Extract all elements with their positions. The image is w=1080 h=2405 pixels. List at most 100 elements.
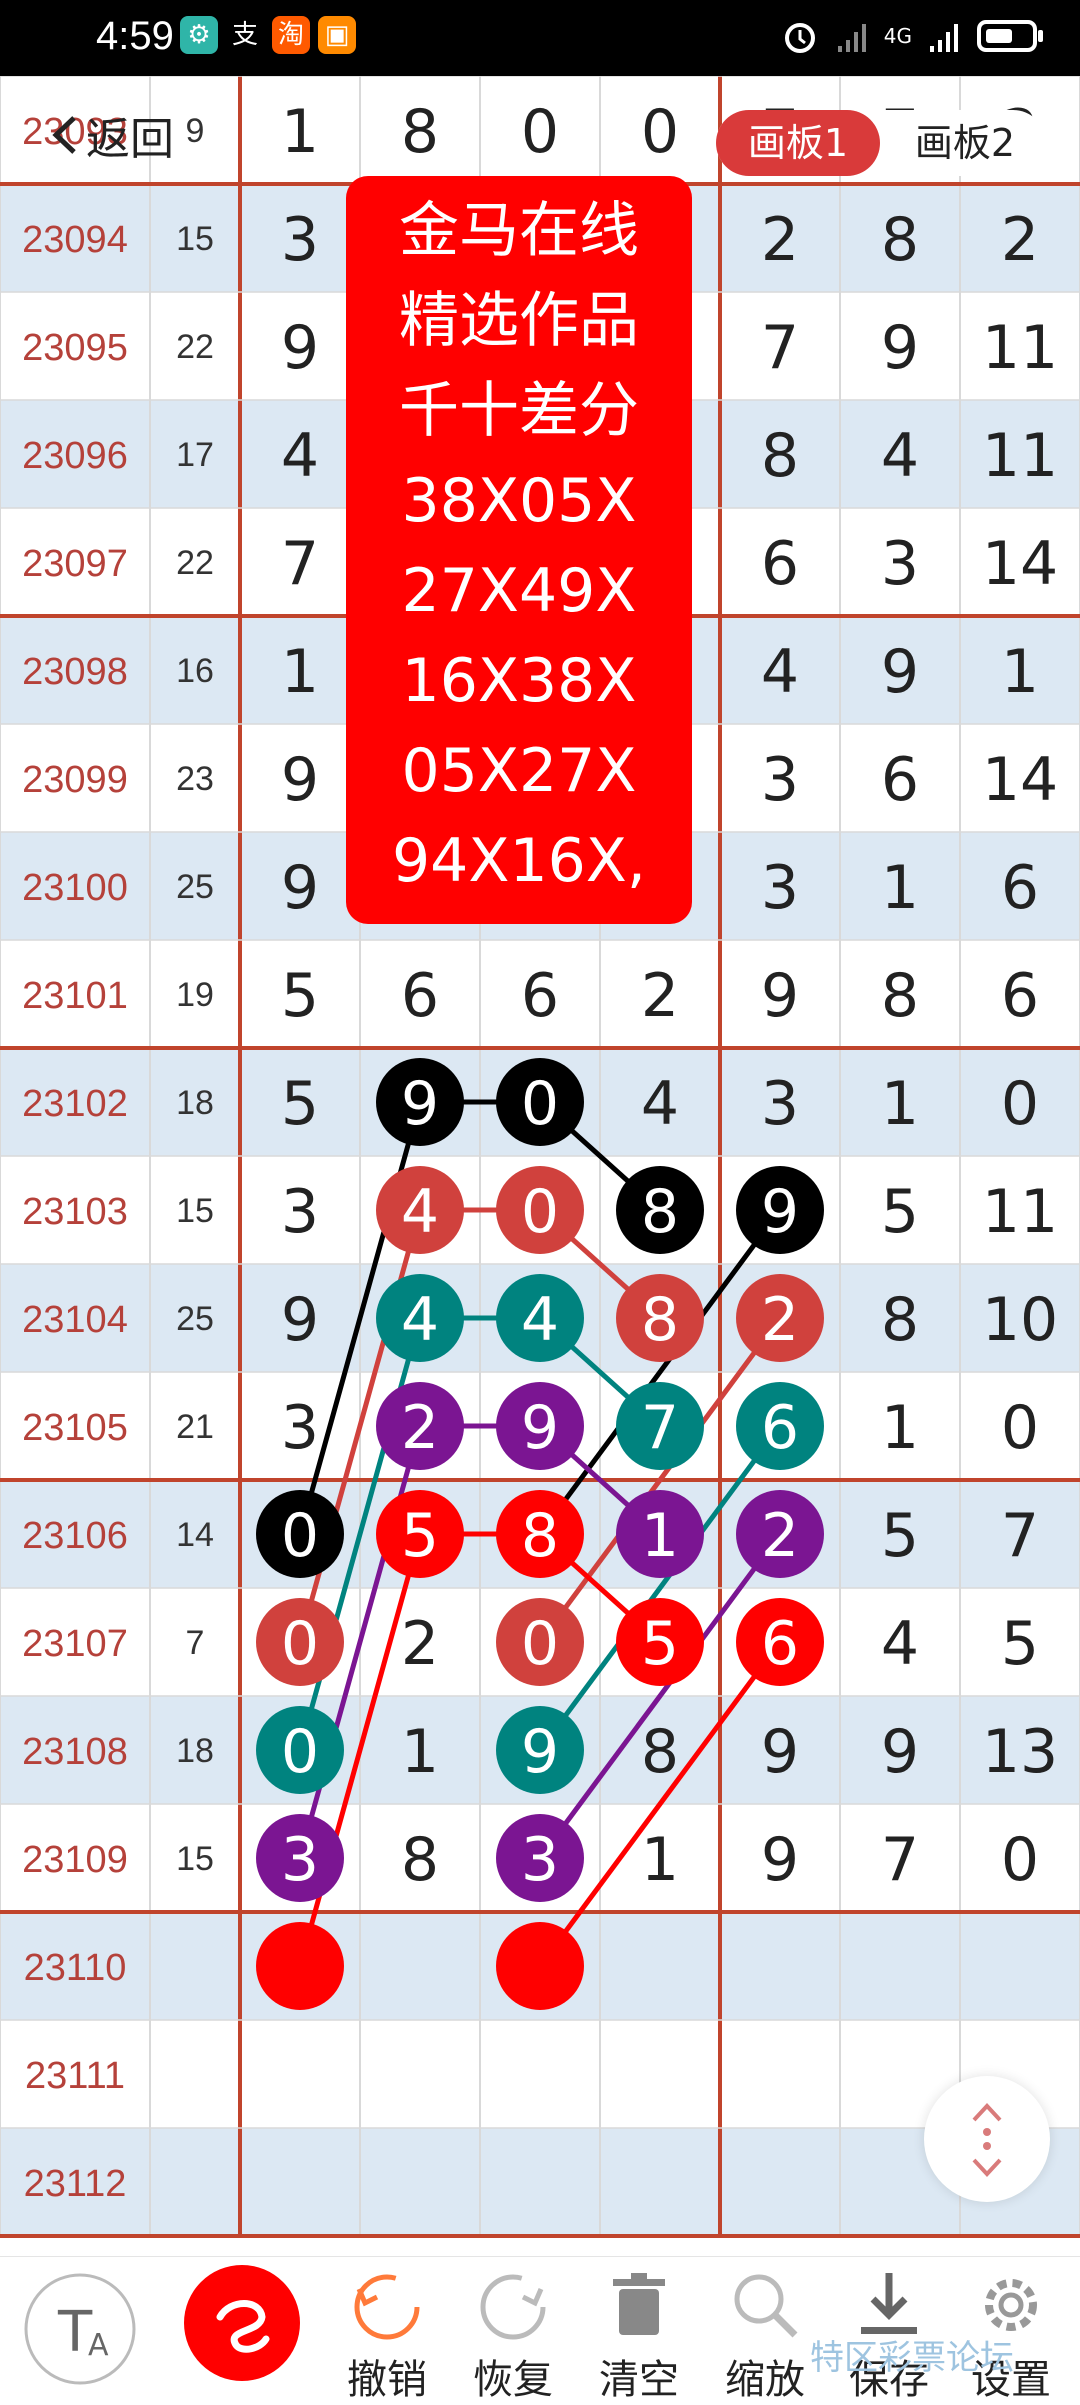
clear-label: 清空 xyxy=(599,2357,679,2403)
cell-value: 1 xyxy=(281,97,319,167)
cell-value: 4 xyxy=(881,1609,919,1679)
status-right: 4G xyxy=(780,16,1046,56)
network-type: 4G xyxy=(883,24,912,48)
zoom-label: 缩放 xyxy=(725,2357,805,2403)
row-id: 23107 xyxy=(22,1623,128,1665)
undo-label: 撤销 xyxy=(347,2357,427,2403)
status-bar: 4:59 ⚙ 支 淘 ▣ 4G xyxy=(0,0,1080,76)
undo-button[interactable]: 撤销 xyxy=(334,2257,440,2403)
cell-value: 5 xyxy=(881,1177,919,1247)
row-sum: 18 xyxy=(176,1084,214,1122)
pen-tool-button[interactable] xyxy=(182,2257,302,2401)
zoom-button[interactable]: 缩放 xyxy=(712,2257,818,2403)
note-line: 精选作品 xyxy=(399,286,639,356)
cell-value: 6 xyxy=(401,961,439,1031)
board-tabs: 画板1 画板2 xyxy=(716,110,1046,176)
clear-button[interactable]: 清空 xyxy=(586,2257,692,2403)
cell-value: 3 xyxy=(761,853,799,923)
cell-value: 8 xyxy=(641,1177,679,1247)
cell-value: 3 xyxy=(521,1825,559,1895)
row-id: 23096 xyxy=(22,435,128,477)
tab-board-1[interactable]: 画板1 xyxy=(716,110,880,176)
row-sum: 17 xyxy=(176,436,214,474)
cell-value: 10 xyxy=(982,1285,1058,1355)
cell-value: 4 xyxy=(281,421,319,491)
cell-value: 0 xyxy=(521,97,559,167)
cell-value: 1 xyxy=(641,1825,679,1895)
row-id: 23095 xyxy=(22,327,128,369)
cell-value: 8 xyxy=(761,421,799,491)
note-line: 27X49X xyxy=(401,556,637,626)
alarm-icon xyxy=(784,23,815,53)
row-id: 23110 xyxy=(24,1947,127,1989)
cell-value: 3 xyxy=(761,1069,799,1139)
signal-icon xyxy=(930,24,958,52)
cell-value: 9 xyxy=(281,313,319,383)
row-sum: 22 xyxy=(176,328,214,366)
note-line: 金马在线 xyxy=(399,196,639,266)
trash-icon xyxy=(613,2273,665,2335)
settings-button[interactable]: 设置 xyxy=(958,2257,1064,2403)
row-id: 23097 xyxy=(22,543,128,585)
tab-board-2[interactable]: 画板2 xyxy=(890,110,1040,176)
bottom-toolbar: T A 撤销 恢复 清空 缩放 保存 设置 xyxy=(0,2256,1080,2403)
row-id: 23101 xyxy=(22,975,128,1017)
row-id: 23098 xyxy=(22,651,128,693)
cell-value: 6 xyxy=(761,529,799,599)
cell-value: 11 xyxy=(982,313,1058,383)
scroll-toggle-button[interactable] xyxy=(924,2076,1050,2202)
cell-value: 5 xyxy=(641,1609,679,1679)
cell-value: 1 xyxy=(881,853,919,923)
redo-label: 恢复 xyxy=(473,2357,553,2403)
cell-value: 9 xyxy=(761,1717,799,1787)
cell-value: 14 xyxy=(982,745,1058,815)
clock: 4:59 xyxy=(96,14,174,58)
cell-value: 9 xyxy=(521,1393,559,1463)
number-circle[interactable] xyxy=(496,1922,584,2010)
cell-value: 5 xyxy=(281,961,319,1031)
cell-value: 11 xyxy=(982,421,1058,491)
cell-value: 5 xyxy=(881,1501,919,1571)
cell-value: 5 xyxy=(401,1501,439,1571)
cell-value: 13 xyxy=(982,1717,1058,1787)
signal-off-icon xyxy=(837,24,866,52)
cell-value: 4 xyxy=(401,1285,439,1355)
cell-value: 8 xyxy=(881,961,919,1031)
redo-button[interactable]: 恢复 xyxy=(460,2257,566,2403)
cell-value: 2 xyxy=(1001,205,1039,275)
row-sum: 16 xyxy=(176,652,214,690)
save-button[interactable]: 保存 xyxy=(836,2257,942,2403)
row-sum: 25 xyxy=(176,868,214,906)
cell-value: 9 xyxy=(761,961,799,1031)
cell-value: 8 xyxy=(881,205,919,275)
note-card[interactable]: 金马在线 精选作品 千十差分 38X05X 27X49X 16X38X 05X2… xyxy=(346,176,692,924)
cell-value: 1 xyxy=(401,1717,439,1787)
back-label: 返回 xyxy=(86,114,174,165)
cell-value: 9 xyxy=(281,745,319,815)
cell-value: 9 xyxy=(761,1825,799,1895)
text-tool-button[interactable]: T A xyxy=(22,2257,138,2401)
cell-value: 1 xyxy=(641,1501,679,1571)
row-id: 23094 xyxy=(22,219,128,261)
row-sum: 23 xyxy=(176,760,214,798)
note-line: 05X27X xyxy=(401,736,637,806)
cell-value: 9 xyxy=(401,1069,439,1139)
cell-value: 0 xyxy=(521,1069,559,1139)
row-id: 23103 xyxy=(22,1191,128,1233)
row-sum: 18 xyxy=(176,1732,214,1770)
cell-value: 6 xyxy=(881,745,919,815)
battery-icon xyxy=(977,20,1043,52)
cell-value: 11 xyxy=(982,1177,1058,1247)
number-circle[interactable] xyxy=(256,1922,344,2010)
pen-icon xyxy=(184,2265,300,2381)
redo-icon xyxy=(480,2274,546,2340)
back-button[interactable]: 返回 xyxy=(46,100,174,170)
row-id: 23106 xyxy=(22,1515,128,1557)
chevron-left-icon xyxy=(52,116,76,154)
alipay-icon: 支 xyxy=(226,16,264,54)
note-line: 94X16X, xyxy=(392,826,646,896)
cell-value: 5 xyxy=(281,1069,319,1139)
cell-value: 8 xyxy=(401,97,439,167)
cell-value: 4 xyxy=(881,421,919,491)
cell-value: 1 xyxy=(281,637,319,707)
